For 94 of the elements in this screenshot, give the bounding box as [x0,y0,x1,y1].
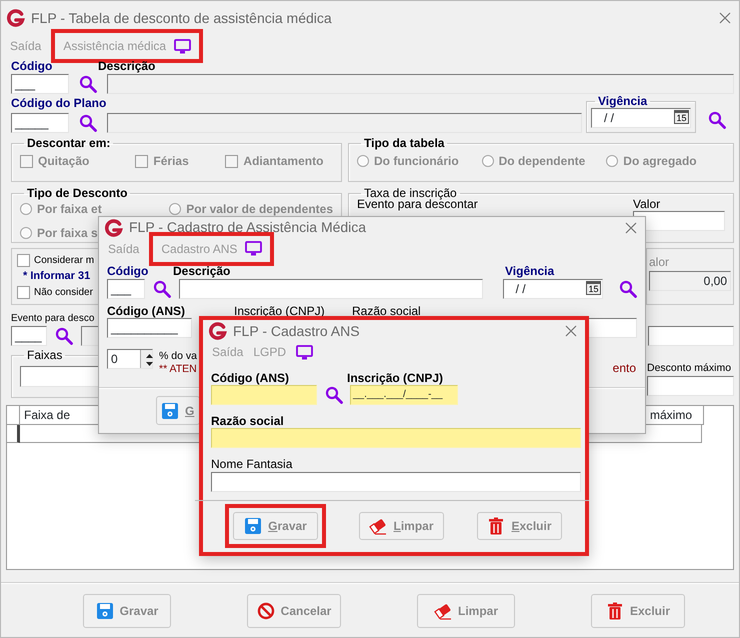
menu-item[interactable]: Cadastro ANS [161,240,238,258]
field-label: alor [649,255,670,269]
option-label: Por faixa s [37,225,98,242]
menu-item[interactable]: Saída [10,37,42,55]
group-title: Taxa de inscrição [364,186,457,200]
monitor-icon[interactable] [296,344,314,360]
number-spinner[interactable]: 0 [107,349,153,369]
field-label: Inscrição (CNPJ) [347,371,444,385]
option-label: Considerar m [34,254,94,268]
checkbox[interactable] [17,286,30,299]
note-text: * Informar 31 [23,269,90,284]
max-discount-field[interactable] [647,376,734,396]
search-icon[interactable] [79,114,97,132]
option-label: Por faixa et [37,201,102,218]
date-field[interactable]: / / 15 [591,108,691,128]
field-label: Nome Fantasia [211,457,294,471]
company-name-field[interactable] [211,428,581,448]
field-label: Desconto máximo [647,361,732,375]
group-title: Tipo de Desconto [26,186,128,200]
field-label: Razão social [352,304,421,318]
save-icon [244,516,262,534]
search-icon[interactable] [325,386,343,404]
option-label: Não consider [34,286,93,300]
field-label: Inscrição (CNPJ) [234,304,326,318]
menu-item[interactable]: Saída [108,240,140,258]
field-label: Valor [633,198,662,210]
logo-icon [105,218,123,236]
group-title: Tipo da tabela [363,136,446,150]
menu-item[interactable]: Saída [212,343,244,361]
plan-code-field[interactable]: _____ [11,113,69,133]
plan-description-field[interactable] [107,113,582,133]
field-label: Evento para desco [11,312,94,326]
option-label: Do dependente [498,153,586,170]
option-label: Por valor de dependentes [186,201,333,218]
close-icon[interactable] [625,222,637,234]
logo-icon [7,9,25,27]
description-field[interactable] [179,279,484,299]
field-label: Vigência [505,264,554,278]
search-icon[interactable] [79,75,97,93]
field-label: % do va [159,350,197,363]
search-icon[interactable] [153,280,172,298]
field-label: Código [11,59,54,73]
trash-icon [606,602,624,620]
search-icon[interactable] [708,111,726,129]
field-label: Código (ANS) [107,304,186,318]
ans-code-field[interactable]: __________ [107,318,192,338]
monitor-icon[interactable] [174,38,192,54]
option-label: Quitação [38,153,90,170]
code-field[interactable]: ___ [107,279,146,299]
row-indicator[interactable] [7,425,20,443]
group-title: Vigência [597,94,648,108]
checkbox[interactable] [17,254,30,267]
field-label: Código (ANS) [211,371,290,385]
group-title: Descontar em: [26,136,112,150]
code-field[interactable]: ___ [11,74,69,94]
search-icon[interactable] [619,280,637,298]
monitor-icon[interactable] [245,241,262,256]
date-field[interactable]: / / 15 [502,279,603,299]
calendar-button[interactable]: 15 [674,110,689,124]
option-label: Férias [153,153,189,170]
close-icon[interactable] [719,12,731,24]
field-label: Descrição [98,59,156,73]
option-label: Do agregado [623,153,697,170]
field-label: Razão social [211,414,285,428]
menu-item[interactable]: Assistência médica [63,37,166,55]
field-label: Evento para descontar [357,198,479,210]
field-label: Código [107,264,150,278]
save-icon [96,602,114,620]
warning-text: ento [612,362,636,376]
option-label: Do funcionário [374,153,459,170]
amount-field[interactable] [648,326,734,346]
window-title: FLP - Cadastro de Assistência Médica [129,218,366,237]
column-header: máximo [646,406,704,425]
field-label: Código do Plano [11,96,106,110]
calendar-button[interactable]: 15 [586,281,601,295]
save-icon [161,402,179,420]
cancel-icon [256,602,275,620]
search-icon[interactable] [55,327,73,345]
option-label: Adiantamento [243,153,324,170]
group-title: Faixas [26,348,64,362]
window-title: FLP - Tabela de desconto de assistência médica [31,8,332,28]
trash-icon [487,516,506,534]
ans-code-field[interactable] [211,385,317,405]
menu-item[interactable]: LGPD [253,343,286,361]
trade-name-field[interactable] [211,472,581,492]
value-field[interactable]: 0,00 [649,271,731,291]
window-title: FLP - Cadastro ANS [233,322,360,340]
warning-text: ** ATEN [159,363,197,376]
event-code-field[interactable]: ____ [11,326,47,346]
description-field[interactable] [107,74,734,94]
logo-icon [209,322,227,340]
cnpj-field[interactable]: __.___.___/____-__ [350,385,458,405]
field-label: Descrição [173,264,232,278]
close-icon[interactable] [565,325,577,337]
